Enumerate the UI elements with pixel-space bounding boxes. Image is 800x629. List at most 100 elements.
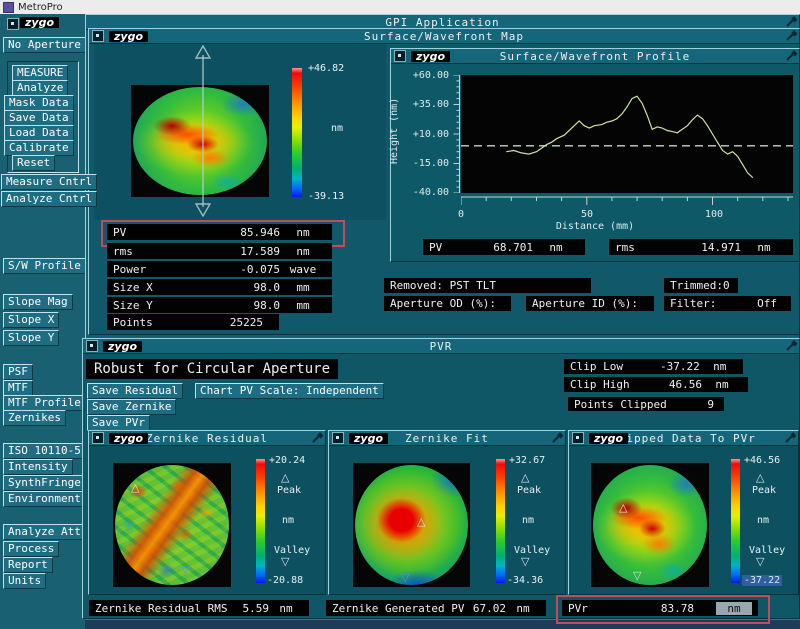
stat-rms: rms 17.589 nm <box>107 243 332 259</box>
pvr-heading: Robust for Circular Aperture <box>86 359 339 379</box>
stat-power: Power -0.075 wave <box>107 261 332 277</box>
sidebar-item-mtf[interactable]: MTF <box>3 380 33 396</box>
sidebar-item-measure-cntrl[interactable]: Measure Cntrl <box>1 174 98 190</box>
clipped-data-tools-icon[interactable] <box>784 432 797 444</box>
zernike-fit-tools-icon[interactable] <box>551 432 564 444</box>
profile-menu-button[interactable] <box>394 50 406 62</box>
valley-triangle-icon: ▽ <box>281 555 290 568</box>
zernike-fit-menu-button[interactable] <box>332 432 344 444</box>
zernike-residual-window: zygo Zernike Residual △ ▽ +20.24 △ Peak … <box>88 430 326 595</box>
profile-ytick-4: -40.00 <box>412 187 449 198</box>
sidebar-item-sw-profile[interactable]: S/W Profile <box>3 258 86 274</box>
valley-marker-icon: ▽ <box>181 563 190 576</box>
profile-slice-arrow[interactable] <box>192 45 214 217</box>
sidebar-item-calibrate[interactable]: Calibrate <box>4 140 74 156</box>
profile-rms-box: rms 14.971 nm <box>609 239 793 255</box>
profile-ylabel: Height (nm) <box>389 97 400 164</box>
zygo-logo: zygo <box>103 340 143 352</box>
colorbar-max-label: +20.24 <box>269 455 306 466</box>
pvr-title: PVR <box>429 339 453 353</box>
pvr-title-bar[interactable]: zygo PVR <box>83 339 799 354</box>
sidebar-item-environment[interactable]: Environment <box>3 491 86 507</box>
surface-map-menu-button[interactable] <box>92 30 104 42</box>
valley-triangle-icon: ▽ <box>756 555 765 568</box>
pvr-tools-icon[interactable] <box>785 340 798 352</box>
aperture-od-box[interactable]: Aperture OD (%): <box>384 296 511 311</box>
stat-pv: PV 85.946 nm <box>107 224 332 240</box>
os-title: MetroPro <box>18 1 63 13</box>
colorbar-max-label: +32.67 <box>509 455 546 466</box>
zygo-logo: zygo <box>109 432 149 444</box>
profile-ytick-0: +60.00 <box>412 70 449 81</box>
sidebar-item-measure[interactable]: MEASURE <box>12 65 69 81</box>
sidebar-item-report[interactable]: Report <box>3 557 53 573</box>
zernike-fit-colorbar <box>496 459 505 583</box>
save-pvr-button[interactable]: Save PVr <box>87 415 150 431</box>
save-residual-button[interactable]: Save Residual <box>87 383 184 399</box>
sidebar-menu-button[interactable] <box>7 18 19 30</box>
peak-triangle-icon: △ <box>281 471 290 484</box>
profile-xtick-1: 50 <box>580 209 594 220</box>
zernike-residual-map: △ ▽ <box>113 463 231 587</box>
zernike-residual-menu-button[interactable] <box>92 432 104 444</box>
aperture-id-box[interactable]: Aperture ID (%): <box>526 296 654 311</box>
peak-marker-icon: △ <box>417 515 426 528</box>
colorbar-units-label: nm <box>522 515 535 526</box>
valley-triangle-icon: ▽ <box>521 555 530 568</box>
sidebar-item-save-data[interactable]: Save Data <box>4 110 74 126</box>
stat-points: Points 25225 <box>107 314 279 330</box>
sidebar-item-synthfringes[interactable]: SynthFringes <box>3 475 93 491</box>
zernike-fit-phase-circle <box>355 465 468 585</box>
zernike-generated-pv-box: Zernike Generated PV 67.02 nm <box>326 600 546 616</box>
surface-map-title-bar[interactable]: zygo Surface/Wavefront Map <box>89 29 799 44</box>
colorbar-max-label: +46.56 <box>744 455 781 466</box>
sidebar-item-intensity[interactable]: Intensity <box>3 459 73 475</box>
zernike-residual-tools-icon[interactable] <box>311 432 324 444</box>
colorbar-min-label: -20.88 <box>267 575 304 586</box>
sidebar-item-mtf-profile[interactable]: MTF Profile <box>3 395 86 411</box>
clipped-data-colorbar <box>731 459 740 583</box>
profile-tools-icon[interactable] <box>785 50 798 62</box>
sidebar-item-reset[interactable]: Reset <box>12 155 56 171</box>
colorbar-peak-label: Peak <box>277 485 302 496</box>
sidebar-item-mask-data[interactable]: Mask Data <box>4 95 74 111</box>
sidebar-item-psf[interactable]: PSF <box>3 364 33 380</box>
pvr-menu-button[interactable] <box>86 340 98 352</box>
profile-pv-box: PV 68.701 nm <box>423 239 585 255</box>
clipped-data-title-bar[interactable]: zygo Clipped Data To PVr <box>569 431 798 446</box>
valley-marker-icon: ▽ <box>633 569 642 582</box>
colorbar-min-label: -34.36 <box>507 575 544 586</box>
sidebar-item-analyze-attr[interactable]: Analyze Attr <box>3 524 93 540</box>
surface-map-colorbar <box>292 68 302 197</box>
sidebar-item-no-aperture[interactable]: No Aperture <box>3 37 86 53</box>
sidebar-item-iso[interactable]: ISO 10110-5 <box>3 443 86 459</box>
sidebar-item-zernikes[interactable]: Zernikes <box>3 410 66 426</box>
os-titlebar[interactable]: MetroPro <box>0 0 800 14</box>
chart-pv-scale-button[interactable]: Chart PV Scale: Independent <box>195 383 384 399</box>
clipped-data-phase-circle <box>593 465 707 585</box>
clipped-data-menu-button[interactable] <box>572 432 584 444</box>
zernike-fit-title-bar[interactable]: zygo Zernike Fit <box>329 431 565 446</box>
sidebar-item-units[interactable]: Units <box>3 573 47 589</box>
zernike-residual-title-bar[interactable]: zygo Zernike Residual <box>89 431 325 446</box>
zygo-logo: zygo <box>349 432 389 444</box>
sidebar-item-analyze-cntrl[interactable]: Analyze Cntrl <box>1 191 98 207</box>
profile-ytick-1: +35.00 <box>412 99 449 110</box>
sidebar-item-process[interactable]: Process <box>3 541 60 557</box>
profile-title-bar[interactable]: zygo Surface/Wavefront Profile <box>391 49 799 64</box>
sidebar-item-load-data[interactable]: Load Data <box>4 125 74 141</box>
sidebar-item-slope-x[interactable]: Slope X <box>3 312 60 328</box>
zygo-logo: zygo <box>109 30 149 42</box>
profile-xtick-2: 100 <box>704 209 724 220</box>
removed-box: Removed: PST TLT <box>384 278 591 293</box>
sidebar-item-slope-y[interactable]: Slope Y <box>3 330 60 346</box>
zernike-fit-map: △ ▽ <box>353 463 470 587</box>
sidebar-item-analyze[interactable]: Analyze <box>12 80 69 96</box>
gpi-title: GPI Application <box>385 15 500 29</box>
sidebar-item-slope-mag[interactable]: Slope Mag <box>3 294 73 310</box>
save-zernike-button[interactable]: Save Zernike <box>87 399 177 415</box>
peak-triangle-icon: △ <box>756 471 765 484</box>
peak-marker-icon: △ <box>131 481 140 494</box>
gpi-tools-icon[interactable] <box>785 16 798 28</box>
surface-map-tools-icon[interactable] <box>785 30 798 42</box>
